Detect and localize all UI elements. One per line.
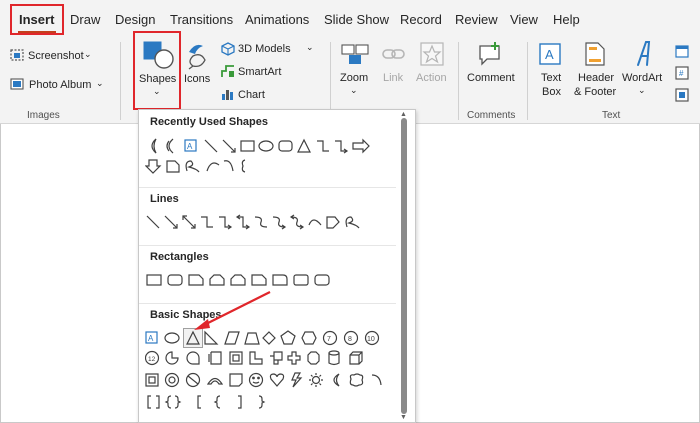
lines-row[interactable] <box>145 213 395 231</box>
svg-text:A: A <box>148 334 154 343</box>
comments-group-label: Comments <box>467 110 516 121</box>
images-group-label: Images <box>27 110 60 121</box>
scroll-down-arrow-icon[interactable]: ▼ <box>400 414 407 421</box>
group-divider <box>458 42 459 120</box>
tab-help[interactable]: Help <box>553 10 580 30</box>
photo-album-chevron-icon: ⌄ <box>96 78 104 88</box>
wordart-icon <box>637 41 651 66</box>
comment-icon <box>479 42 500 66</box>
text-group-label: Text <box>602 110 621 121</box>
wordart-chevron-icon: ⌄ <box>638 85 646 95</box>
header-footer-label-2: & Footer <box>574 86 617 98</box>
group-divider <box>527 42 528 120</box>
basic-shapes-row-2[interactable]: 12 <box>145 349 401 367</box>
tab-view[interactable]: View <box>510 10 538 30</box>
text-box-icon: A <box>539 43 561 65</box>
chart-icon <box>222 90 233 100</box>
tab-transitions[interactable]: Transitions <box>170 10 233 30</box>
header-footer-label-1: Header <box>578 72 615 84</box>
date-time-icon[interactable] <box>675 44 689 58</box>
icons-label: Icons <box>184 73 211 85</box>
action-label: Action <box>416 72 447 84</box>
chart-label: Chart <box>238 89 265 101</box>
smartart-label: SmartArt <box>238 66 282 78</box>
ribbon-tabs: Insert Draw Design Transitions Animation… <box>0 0 700 38</box>
svg-text:#: # <box>679 69 684 78</box>
zoom-chevron-icon: ⌄ <box>350 85 358 95</box>
section-rectangles-header: Rectangles <box>139 245 396 267</box>
tab-record[interactable]: Record <box>400 10 442 30</box>
basic-shapes-row-3[interactable] <box>145 371 401 389</box>
object-icon[interactable] <box>675 88 689 102</box>
scroll-up-arrow-icon[interactable]: ▲ <box>400 111 407 118</box>
tab-design[interactable]: Design <box>115 10 155 30</box>
shapes-gallery-dropdown: ▲ ▼ Recently Used Shapes A Lines Rectang… <box>138 109 416 423</box>
photo-album-label: Photo Album <box>29 79 92 91</box>
section-lines-header: Lines <box>139 187 396 209</box>
tab-draw[interactable]: Draw <box>70 10 100 30</box>
recently-used-shapes-row-2[interactable] <box>145 157 395 175</box>
section-recently-used-header: Recently Used Shapes <box>139 111 396 133</box>
3d-models-icon <box>221 42 235 56</box>
shape-number-7: 7 <box>327 336 331 343</box>
text-box-label-1: Text <box>541 72 562 84</box>
screenshot-chevron-icon: ⌄ <box>84 49 92 59</box>
insert-highlight-box <box>10 4 64 35</box>
screenshot-label: Screenshot <box>28 50 84 62</box>
link-label: Link <box>383 72 404 84</box>
link-icon <box>382 49 405 59</box>
basic-shapes-row-4[interactable] <box>145 393 401 411</box>
annotation-arrow-icon <box>194 291 271 330</box>
comment-label: Comment <box>467 72 515 84</box>
shape-number-12: 12 <box>148 356 156 363</box>
recently-used-shapes-row-1[interactable]: A <box>145 137 395 155</box>
shape-number-10: 10 <box>367 336 375 343</box>
tab-review[interactable]: Review <box>455 10 498 30</box>
action-icon <box>420 42 444 66</box>
text-box-label-2: Box <box>542 86 561 98</box>
screenshot-icon <box>10 49 24 61</box>
photo-album-icon <box>10 78 24 90</box>
header-footer-icon <box>585 42 605 66</box>
3d-models-label: 3D Models <box>238 43 291 55</box>
zoom-icon <box>341 44 369 64</box>
svg-text:A: A <box>187 142 193 151</box>
group-divider <box>120 42 121 120</box>
tab-animations[interactable]: Animations <box>245 10 309 30</box>
shapes-highlight-box <box>133 31 181 110</box>
gallery-scrollbar[interactable] <box>401 118 407 414</box>
smartart-icon <box>221 65 234 77</box>
svg-text:A: A <box>545 47 554 62</box>
rectangles-row[interactable] <box>145 271 395 289</box>
icons-icon <box>188 44 206 70</box>
tab-slide-show[interactable]: Slide Show <box>324 10 389 30</box>
slide-number-icon[interactable]: # <box>675 66 689 80</box>
shape-number-8: 8 <box>348 336 352 343</box>
3d-models-chevron-icon: ⌄ <box>306 42 314 52</box>
